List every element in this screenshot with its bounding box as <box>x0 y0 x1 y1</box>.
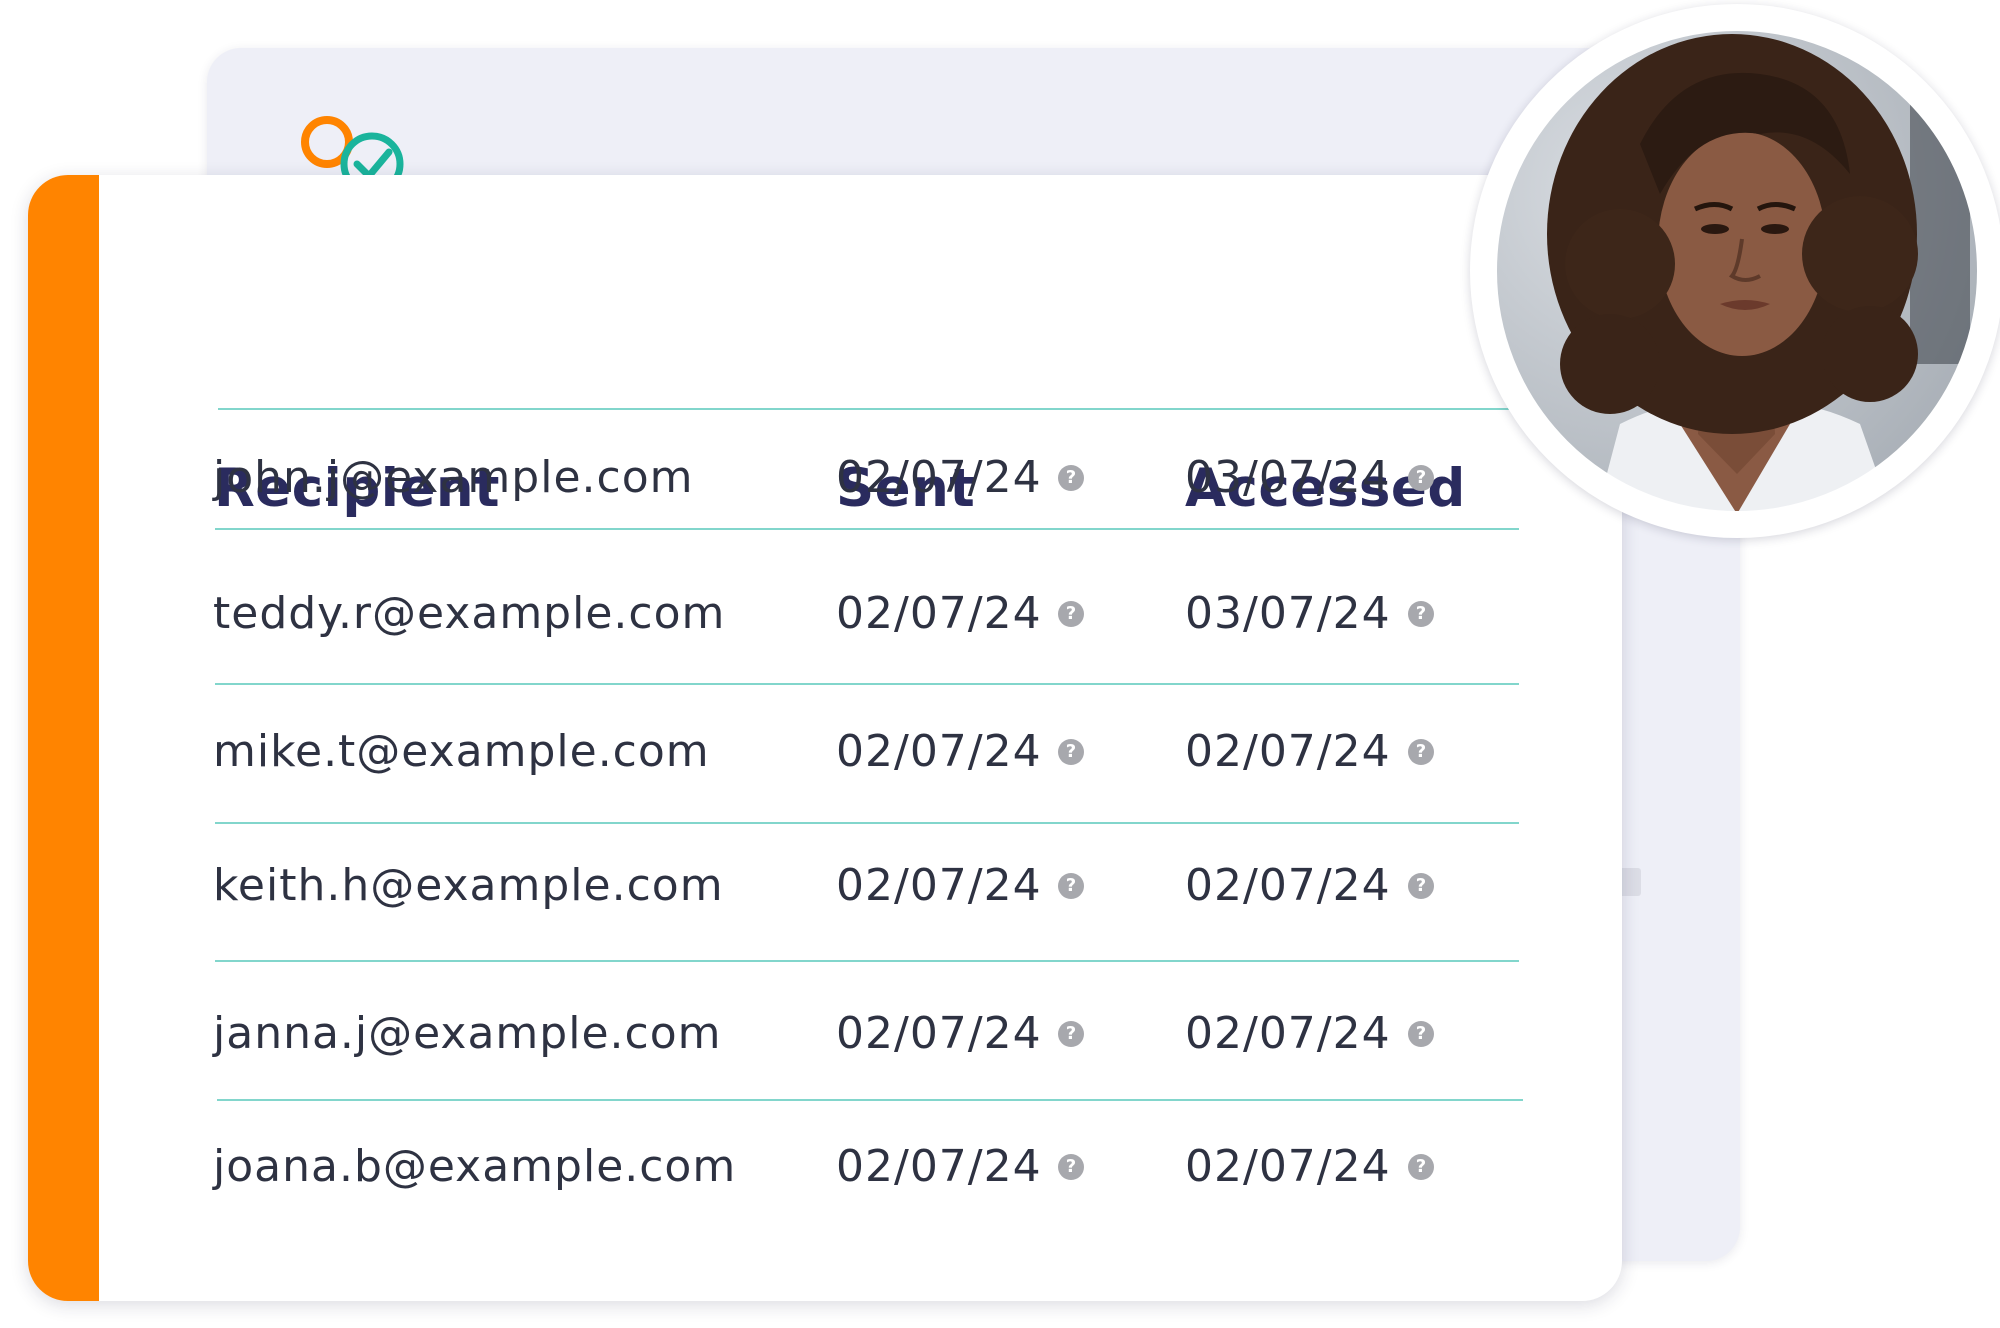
recipient-email: keith.h@example.com <box>213 860 724 911</box>
sent-date: 02/07/24 <box>836 452 1042 503</box>
accessed-date: 03/07/24 <box>1185 588 1391 639</box>
question-mark-circle-icon[interactable]: ? <box>1408 465 1434 491</box>
row-divider <box>215 822 1519 824</box>
user-photo-illustration <box>1483 17 1991 525</box>
question-mark-circle-icon[interactable]: ? <box>1058 739 1084 765</box>
row-divider <box>217 1099 1523 1101</box>
stage: Recipient Sent Accessed john.j@example.c… <box>0 0 2000 1328</box>
recipient-email: mike.t@example.com <box>213 726 710 777</box>
recipient-email: teddy.r@example.com <box>213 588 726 639</box>
accessed-date: 02/07/24 <box>1185 1141 1391 1192</box>
sent-date: 02/07/24 <box>836 1008 1042 1059</box>
row-divider <box>215 528 1519 530</box>
recipient-email: joana.b@example.com <box>213 1141 737 1192</box>
recipient-email: john.j@example.com <box>213 452 694 503</box>
table-body: john.j@example.com 02/07/24? 03/07/24? tedd… <box>28 175 1622 1192</box>
sent-date: 02/07/24 <box>836 860 1042 911</box>
question-mark-circle-icon[interactable]: ? <box>1058 873 1084 899</box>
row-divider <box>215 960 1519 962</box>
recipient-table-card: Recipient Sent Accessed john.j@example.c… <box>28 175 1622 1301</box>
question-mark-circle-icon[interactable]: ? <box>1408 1021 1434 1047</box>
sent-date: 02/07/24 <box>836 726 1042 777</box>
sent-date: 02/07/24 <box>836 588 1042 639</box>
question-mark-circle-icon[interactable]: ? <box>1408 1154 1434 1180</box>
question-mark-circle-icon[interactable]: ? <box>1058 601 1084 627</box>
accessed-date: 02/07/24 <box>1185 726 1391 777</box>
question-mark-circle-icon[interactable]: ? <box>1058 1154 1084 1180</box>
accessed-date: 03/07/24 <box>1185 452 1391 503</box>
sent-date: 02/07/24 <box>836 1141 1042 1192</box>
recipient-email: janna.j@example.com <box>213 1008 722 1059</box>
question-mark-circle-icon[interactable]: ? <box>1058 465 1084 491</box>
row-divider <box>215 683 1519 685</box>
question-mark-circle-icon[interactable]: ? <box>1408 873 1434 899</box>
user-photo <box>1470 4 2000 538</box>
question-mark-circle-icon[interactable]: ? <box>1058 1021 1084 1047</box>
accessed-date: 02/07/24 <box>1185 1008 1391 1059</box>
question-mark-circle-icon[interactable]: ? <box>1408 739 1434 765</box>
accessed-date: 02/07/24 <box>1185 860 1391 911</box>
question-mark-circle-icon[interactable]: ? <box>1408 601 1434 627</box>
header-divider <box>218 408 1514 410</box>
